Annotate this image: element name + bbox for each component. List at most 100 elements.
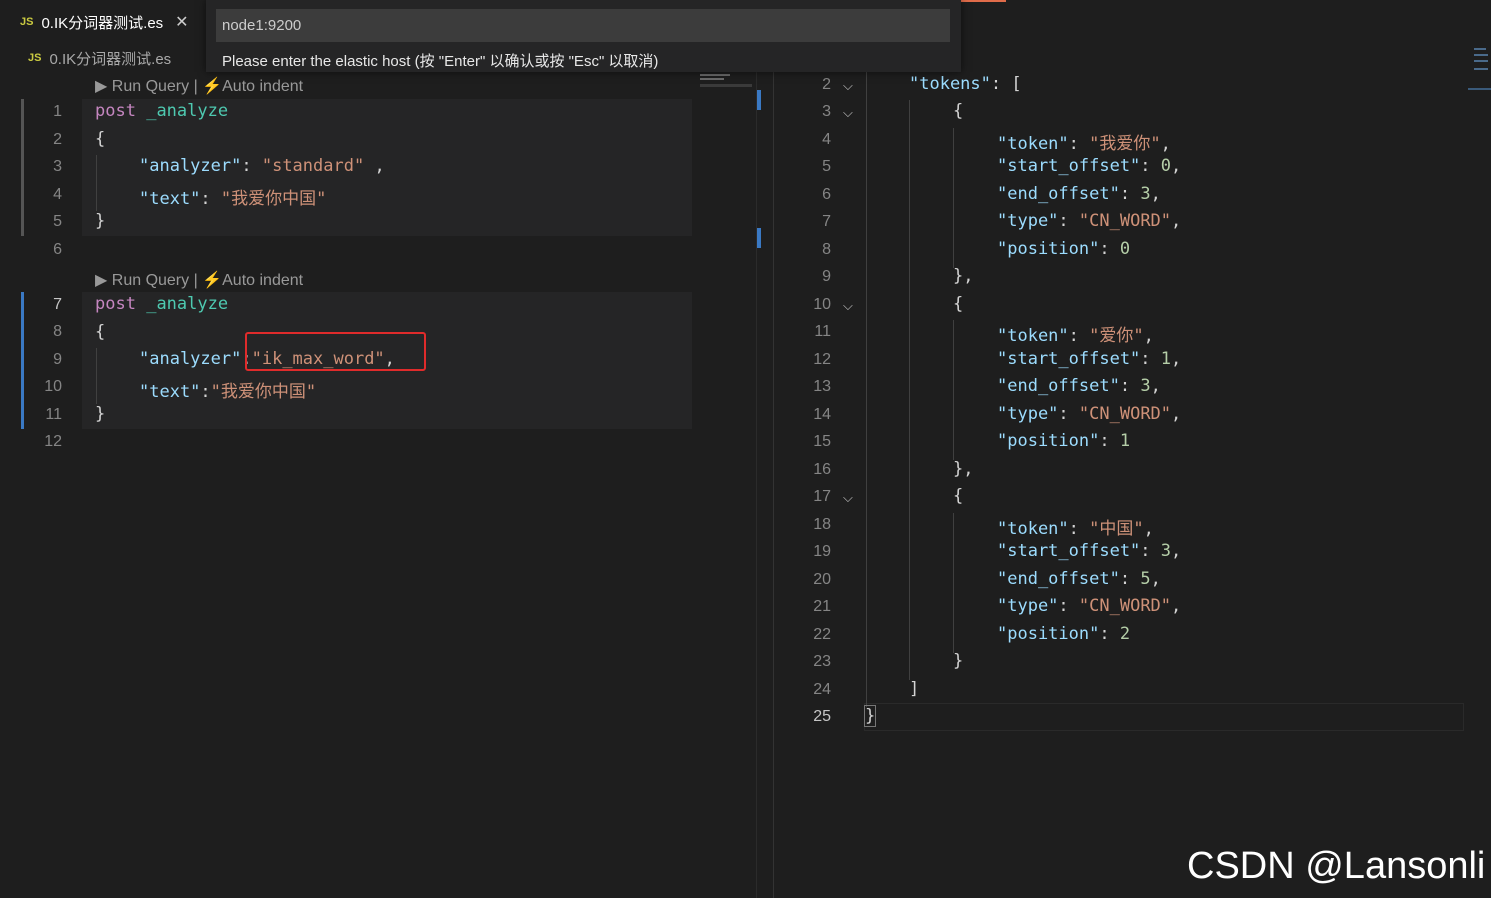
code-line: }: [95, 211, 106, 231]
json-key: "position": [997, 239, 1100, 259]
line-number: 16: [813, 461, 831, 478]
vertical-scrollbar[interactable]: [756, 72, 773, 898]
watermark: CSDN @Lansonli: [1187, 845, 1486, 887]
chevron-down-icon[interactable]: ⌵: [843, 78, 853, 94]
line-number: 5: [822, 158, 831, 175]
scroll-marker: [757, 228, 761, 248]
line-number: 6: [53, 241, 62, 258]
json-key: "end_offset": [997, 184, 1120, 204]
codelens-query-2: ▶ Run Query | ⚡Auto indent: [95, 270, 303, 290]
close-icon[interactable]: ✕: [175, 12, 188, 32]
json-number: 1: [1160, 349, 1172, 369]
json-string: "CN_WORD": [1078, 596, 1172, 616]
json-number: 0: [1119, 239, 1131, 259]
code-line: ]: [909, 679, 920, 699]
code-line: },: [953, 266, 974, 286]
line-number: 4: [822, 131, 831, 148]
run-query-link[interactable]: Run Query: [112, 272, 189, 289]
code-line: {: [95, 129, 106, 149]
code-line: {: [953, 101, 964, 121]
line-number: 4: [53, 186, 62, 203]
json-number: 1: [1119, 431, 1131, 451]
line-number: 9: [822, 268, 831, 285]
code-line: },: [953, 459, 974, 479]
json-key: "start_offset": [997, 541, 1141, 561]
json-string: "我爱你中国": [220, 189, 327, 209]
current-line-highlight: [864, 703, 1464, 731]
line-number: 2: [53, 131, 62, 148]
json-key: "position": [997, 624, 1100, 644]
json-key: "type": [997, 211, 1059, 231]
code-line: "text": "我爱你中国": [139, 189, 327, 209]
json-key: "token": [997, 519, 1069, 539]
run-query-link[interactable]: Run Query: [112, 78, 189, 95]
line-number: 20: [813, 571, 831, 588]
run-icon: ▶: [95, 78, 108, 95]
line-number: 25: [813, 708, 831, 725]
chevron-down-icon[interactable]: ⌵: [843, 298, 853, 314]
json-string: "中国": [1089, 519, 1144, 539]
json-key: "end_offset": [997, 569, 1120, 589]
json-key: "token": [997, 326, 1069, 346]
line-number: 18: [813, 516, 831, 533]
line-number: 22: [813, 626, 831, 643]
json-string: "我爱你中国": [210, 382, 317, 402]
code-line: }: [953, 651, 964, 671]
quick-input-message: Please enter the elastic host (按 "Enter"…: [222, 53, 659, 70]
endpoint: _analyze: [146, 101, 229, 121]
json-string: "CN_WORD": [1078, 211, 1172, 231]
code-line: "token": "中国",: [997, 519, 1154, 539]
indent-guide: [953, 128, 954, 268]
line-number: 6: [822, 186, 831, 203]
line-number: 13: [813, 378, 831, 395]
line-number: 15: [813, 433, 831, 450]
tab-ik-test-file[interactable]: JS 0.IK分词器测试.es ✕: [0, 0, 206, 44]
code-line: "type": "CN_WORD",: [997, 596, 1182, 616]
json-key: "analyzer": [139, 349, 242, 369]
code-line: {: [953, 294, 964, 314]
chevron-down-icon[interactable]: ⌵: [843, 490, 853, 506]
code-line: "type": "CN_WORD",: [997, 211, 1182, 231]
code-line: post _analyze: [95, 101, 228, 121]
line-number: 10: [813, 296, 831, 313]
tab-bar: JS 0.IK分词器测试.es ✕: [0, 0, 206, 44]
code-line: "text":"我爱你中国": [139, 382, 317, 402]
code-line: "analyzer": "standard" ,: [139, 156, 385, 176]
elastic-host-input[interactable]: node1:9200: [216, 9, 950, 42]
breadcrumb-file[interactable]: 0.IK分词器测试.es: [49, 48, 171, 69]
bolt-icon: ⚡: [202, 78, 223, 95]
json-key: "position": [997, 431, 1100, 451]
json-key: "text": [139, 189, 201, 209]
indent-guide: [96, 348, 97, 404]
json-key: "analyzer": [139, 156, 242, 176]
bolt-icon: ⚡: [202, 272, 223, 289]
http-method: post: [95, 101, 136, 121]
auto-indent-link[interactable]: Auto indent: [222, 272, 303, 289]
code-line: "end_offset": 3,: [997, 184, 1161, 204]
minimap[interactable]: [699, 72, 755, 102]
line-number: 24: [813, 681, 831, 698]
line-number: 2: [822, 76, 831, 93]
endpoint: _analyze: [146, 294, 229, 314]
indent-guide: [909, 100, 910, 680]
code-line: "token": "爱你",: [997, 326, 1154, 346]
json-string: "standard": [261, 156, 365, 176]
code-line: "tokens": [: [909, 74, 1022, 94]
json-number: 3: [1140, 184, 1151, 204]
codelens-separator: |: [193, 78, 198, 95]
code-line: "start_offset": 3,: [997, 541, 1182, 561]
code-line: {: [953, 486, 964, 506]
scroll-marker: [757, 90, 761, 110]
minimap[interactable]: [1468, 44, 1491, 94]
json-number: 0: [1160, 156, 1172, 176]
line-number: 5: [53, 213, 62, 230]
auto-indent-link[interactable]: Auto indent: [222, 78, 303, 95]
code-line: "type": "CN_WORD",: [997, 404, 1182, 424]
json-string: "爱你": [1089, 326, 1144, 346]
js-file-icon: JS: [28, 52, 42, 64]
http-method: post: [95, 294, 136, 314]
json-number: 3: [1140, 376, 1151, 396]
indent-guide: [953, 513, 954, 653]
chevron-down-icon[interactable]: ⌵: [843, 105, 853, 121]
code-line: post _analyze: [95, 294, 228, 314]
